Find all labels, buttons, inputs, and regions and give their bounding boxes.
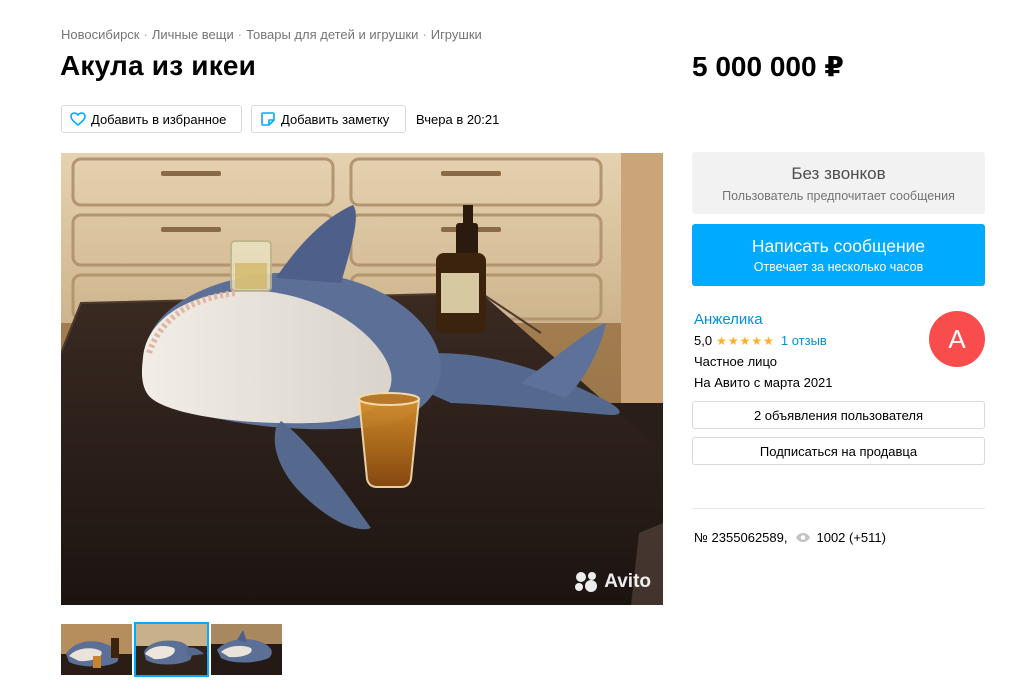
rating-value: 5,0 — [694, 333, 713, 348]
write-message-label: Написать сообщение — [751, 236, 926, 256]
publish-date: Вчера в 20:21 — [416, 111, 500, 127]
seller-avatar[interactable]: А — [929, 311, 985, 367]
main-photo[interactable]: Avito — [61, 153, 663, 605]
view-count: 1002 (+511) — [816, 530, 886, 545]
listing-title: Акула из икеи — [60, 50, 257, 81]
breadcrumb-separator: · — [422, 27, 427, 42]
reviews-link[interactable]: 1 отзыв — [781, 333, 827, 348]
listing-meta: № 2355062589, 1002 (+511) — [694, 530, 886, 545]
breadcrumb-city[interactable]: Новосибирск — [61, 27, 140, 42]
listing-number: № 2355062589, — [694, 530, 788, 545]
avito-watermark: Avito — [573, 571, 651, 593]
eye-icon — [796, 533, 811, 542]
photo-thumbnails — [61, 622, 286, 677]
thumbnail-image — [61, 624, 132, 675]
breadcrumb-separator: · — [143, 27, 148, 42]
response-time-label: Отвечает за несколько часов — [753, 260, 924, 274]
no-calls-notice: Без звонков Пользователь предпочитает со… — [692, 152, 985, 214]
heart-icon — [70, 112, 86, 126]
add-note-label: Добавить заметку — [281, 111, 390, 127]
divider — [692, 508, 985, 509]
breadcrumb-subcategory[interactable]: Товары для детей и игрушки — [246, 27, 418, 42]
no-calls-subtitle: Пользователь предпочитает сообщения — [722, 189, 955, 203]
breadcrumb: Новосибирск · Личные вещи · Товары для детей… — [61, 27, 482, 42]
seller-ads-button[interactable]: 2 объявления пользователя — [692, 401, 985, 429]
note-icon — [261, 112, 275, 126]
thumbnail-image — [136, 624, 207, 675]
photo-thumbnail[interactable] — [211, 624, 282, 675]
photo-thumbnail-active[interactable] — [134, 622, 209, 677]
no-calls-title: Без звонков — [791, 164, 886, 183]
listing-price: 5 000 000 ₽ — [692, 51, 844, 82]
avito-logo-icon — [575, 572, 598, 592]
add-note-button[interactable]: Добавить заметку — [251, 105, 406, 133]
subscribe-seller-button[interactable]: Подписаться на продавца — [692, 437, 985, 465]
write-message-button[interactable]: Написать сообщение Отвечает за несколько… — [692, 224, 985, 286]
add-to-favorites-button[interactable]: Добавить в избранное — [61, 105, 242, 133]
thumbnail-image — [211, 624, 282, 675]
shark-photo-image — [61, 153, 663, 605]
breadcrumb-separator: · — [237, 27, 243, 42]
photo-thumbnail[interactable] — [61, 624, 132, 675]
add-to-favorites-label: Добавить в избранное — [91, 111, 227, 127]
breadcrumb-category[interactable]: Личные вещи — [152, 27, 234, 42]
breadcrumb-section[interactable]: Игрушки — [431, 27, 482, 42]
avito-watermark-text: Avito — [604, 571, 651, 592]
listing-actions: Добавить в избранное Добавить заметку Вч… — [61, 105, 499, 133]
seller-since: На Авито с марта 2021 — [694, 375, 833, 390]
rating-stars-icon: ★★★★★ — [716, 333, 775, 348]
